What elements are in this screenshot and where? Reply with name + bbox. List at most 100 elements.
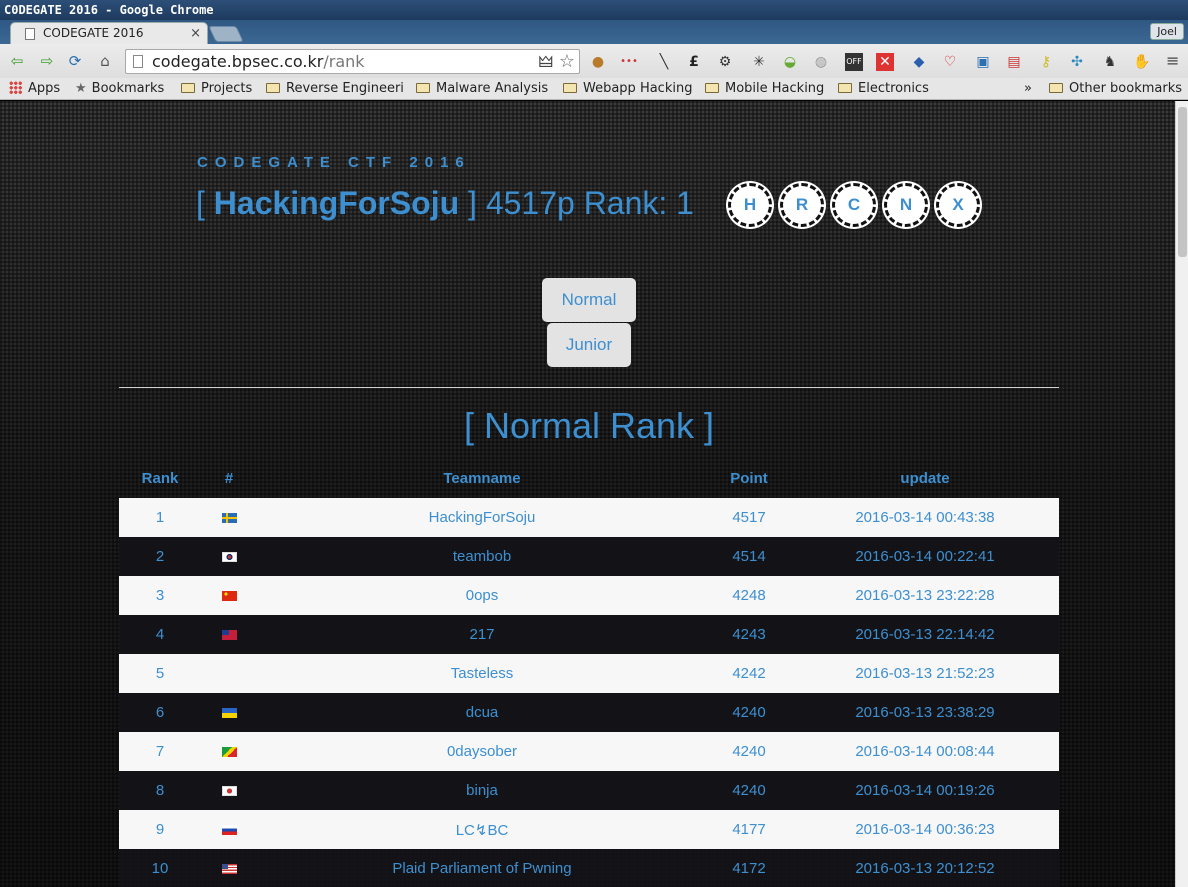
close-icon[interactable]: × (190, 23, 201, 44)
update-cell: 2016-03-14 00:08:44 (791, 732, 1059, 771)
update-cell: 2016-03-14 00:43:38 (791, 498, 1059, 537)
bookmark-projects[interactable]: Projects (181, 80, 252, 98)
spider-icon[interactable]: ✳ (750, 53, 768, 71)
flag-cell (201, 615, 257, 654)
bookmark-star-icon[interactable]: ☆ (559, 50, 575, 73)
update-cell: 2016-03-13 20:12:52 (791, 849, 1059, 887)
bookmark-webapp-hacking[interactable]: Webapp Hacking (563, 80, 692, 98)
flag-south-korea-icon (221, 552, 237, 562)
badge-n[interactable]: N (884, 183, 928, 227)
bookmark-bookmarks[interactable]: ★ Bookmarks (75, 80, 164, 98)
divider (119, 387, 1059, 388)
heart-icon[interactable]: ♡ (941, 53, 959, 71)
hand-icon[interactable]: ✋ (1133, 53, 1151, 71)
bookmark-apps[interactable]: Apps (9, 80, 60, 98)
bookmark-other[interactable]: Other bookmarks (1049, 80, 1182, 98)
teamname-cell[interactable]: 0ops (257, 576, 707, 615)
bracket-close: ] (459, 185, 477, 221)
bookmark-label: Reverse Engineeri (286, 81, 404, 96)
update-cell: 2016-03-14 00:22:41 (791, 537, 1059, 576)
folder-icon (181, 83, 195, 93)
site-brand: CODEGATE CTF 2016 (197, 154, 471, 171)
back-icon[interactable]: ⇦ (8, 52, 26, 70)
pound-icon[interactable]: £ (685, 53, 703, 71)
point-cell: 4517 (707, 498, 791, 537)
flag-ukraine-icon (221, 708, 237, 718)
cookie-icon[interactable]: ● (589, 53, 607, 71)
address-path: /rank (323, 52, 365, 71)
bookmark-reverse-engineering[interactable]: Reverse Engineeri (266, 80, 406, 98)
evernote-icon[interactable]: ♞ (1101, 53, 1119, 71)
bookmark-overflow[interactable]: » (1024, 80, 1032, 98)
teamname-cell[interactable]: 217 (257, 615, 707, 654)
point-cell: 4240 (707, 693, 791, 732)
scroll-thumb[interactable] (1178, 107, 1187, 257)
col-update: update (900, 470, 950, 487)
flag-russia-icon (221, 825, 237, 835)
x-icon[interactable]: ✕ (876, 53, 894, 71)
teamname-cell[interactable]: teambob (257, 537, 707, 576)
teamname-cell[interactable]: Tasteless (257, 654, 707, 693)
flag-cell (201, 732, 257, 771)
teamname-cell[interactable]: binja (257, 771, 707, 810)
update-cell: 2016-03-14 00:19:26 (791, 771, 1059, 810)
off-icon[interactable]: OFF (845, 53, 863, 71)
update-cell: 2016-03-13 23:38:29 (791, 693, 1059, 732)
normal-button[interactable]: Normal (542, 278, 636, 322)
forward-icon[interactable]: ⇨ (38, 52, 56, 70)
bookmark-label: Bookmarks (91, 81, 165, 96)
page-viewport: CODEGATE CTF 2016 [ HackingForSoju ] 451… (0, 101, 1175, 887)
bookmark-mobile-hacking[interactable]: Mobile Hacking (705, 80, 824, 98)
tree-icon[interactable]: 🜲 (538, 50, 553, 73)
badge-h[interactable]: H (728, 183, 772, 227)
bowl-icon[interactable]: ◒ (781, 53, 799, 71)
globe-icon[interactable]: ◍ (812, 53, 830, 71)
gear-icon[interactable]: ⚙ (716, 53, 734, 71)
bookmark-malware-analysis[interactable]: Malware Analysis (416, 80, 548, 98)
tab-strip: CODEGATE 2016 × Joel (0, 20, 1188, 44)
rank-cell: 7 (119, 732, 201, 771)
update-cell: 2016-03-13 21:52:23 (791, 654, 1059, 693)
tab-codegate[interactable]: CODEGATE 2016 × (10, 22, 208, 44)
bookmarks-bar: Apps ★ Bookmarks Projects Reverse Enginee… (0, 78, 1188, 100)
network-icon[interactable]: ✣ (1068, 53, 1086, 71)
table-row: 7 0daysober 4240 2016-03-14 00:08:44 (119, 732, 1059, 771)
team-name: HackingForSoju (213, 185, 460, 221)
folder-icon (563, 83, 577, 93)
address-bar[interactable]: codegate.bpsec.co.kr/rank 🜲 ☆ (125, 49, 580, 74)
badge-22-icon[interactable]: ◆ (910, 53, 928, 71)
bookmark-electronics[interactable]: Electronics (838, 80, 929, 98)
table-row: 8 binja 4240 2016-03-14 00:19:26 (119, 771, 1059, 810)
folder-icon (416, 83, 430, 93)
teamname-cell[interactable]: dcua (257, 693, 707, 732)
point-cell: 4243 (707, 615, 791, 654)
flag-taiwan-icon (221, 630, 237, 640)
col-teamname: Teamname (443, 470, 521, 487)
badge-r[interactable]: R (780, 183, 824, 227)
window-icon[interactable]: ▣ (974, 53, 992, 71)
new-tab-button[interactable] (208, 26, 244, 42)
teamname-cell[interactable]: 0daysober (257, 732, 707, 771)
teamname-cell[interactable]: HackingForSoju (257, 498, 707, 537)
dots-icon[interactable]: ••• (620, 53, 638, 71)
table-row: 1 HackingForSoju 4517 2016-03-14 00:43:38 (119, 498, 1059, 537)
home-icon[interactable]: ⌂ (96, 52, 114, 70)
badge-x[interactable]: X (936, 183, 980, 227)
point-cell: 4177 (707, 810, 791, 849)
junior-button[interactable]: Junior (547, 323, 631, 367)
scrollbar[interactable] (1175, 101, 1188, 887)
page-icon (25, 28, 35, 40)
flag-cell (201, 849, 257, 887)
update-cell: 2016-03-13 23:22:28 (791, 576, 1059, 615)
key-icon[interactable]: ⚷ (1037, 53, 1055, 71)
flag-congo-icon (221, 747, 237, 757)
rank-cell: 3 (119, 576, 201, 615)
bookmarklet-icon[interactable]: ╲ (655, 53, 673, 71)
badge-c[interactable]: C (832, 183, 876, 227)
menu-icon[interactable]: ≡ (1166, 52, 1182, 70)
teamname-cell[interactable]: Plaid Parliament of Pwning (257, 849, 707, 887)
teamname-cell[interactable]: LC↯BC (257, 810, 707, 849)
calendar-icon[interactable]: ▤ (1005, 53, 1023, 71)
reload-icon[interactable]: ⟳ (66, 52, 84, 70)
profile-button[interactable]: Joel (1150, 23, 1184, 40)
